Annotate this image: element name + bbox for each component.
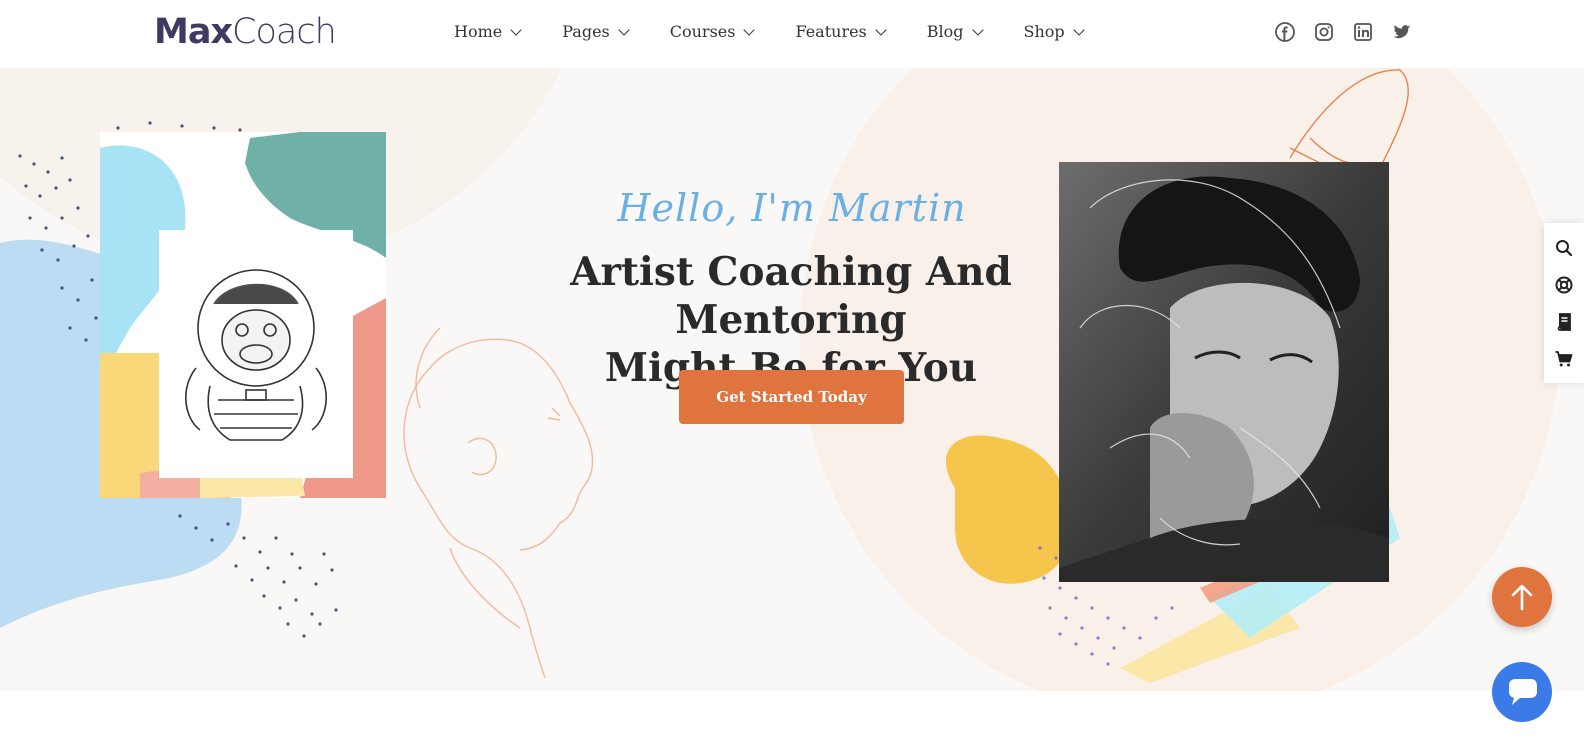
lifebuoy-icon[interactable] [1554, 275, 1574, 295]
logo-part-max: Max [154, 12, 233, 52]
nav-item-label: Courses [669, 22, 736, 41]
chevron-down-icon [618, 23, 630, 36]
nav-item-pages[interactable]: Pages [562, 22, 630, 41]
chevron-down-icon [510, 23, 522, 36]
cart-icon[interactable] [1554, 349, 1574, 369]
search-icon[interactable] [1554, 238, 1574, 258]
instagram-icon[interactable] [1314, 22, 1334, 42]
nav-item-label: Home [454, 22, 503, 41]
get-started-button[interactable]: Get Started Today [679, 370, 904, 424]
social-links [1275, 22, 1412, 42]
main-nav: Home Pages Courses Features Blog Shop [454, 22, 1125, 41]
nav-item-features[interactable]: Features [795, 22, 887, 41]
hero-section: Hello, I'm Martin Artist Coaching And Me… [0, 68, 1584, 691]
next-section [0, 691, 1584, 749]
nav-item-label: Blog [926, 22, 964, 41]
arrow-up-icon [1511, 584, 1533, 611]
book-icon[interactable] [1554, 312, 1574, 332]
nav-item-home[interactable]: Home [454, 22, 522, 41]
chevron-down-icon [743, 23, 756, 36]
side-toolbar [1544, 223, 1584, 383]
chat-icon [1509, 679, 1537, 705]
linkedin-icon[interactable] [1353, 22, 1373, 42]
chevron-down-icon [875, 23, 887, 36]
facebook-icon[interactable] [1275, 22, 1295, 42]
hero-title-line-1: Artist Coaching And Mentoring [570, 249, 1012, 343]
hero-greeting: Hello, I'm Martin [617, 186, 967, 230]
chevron-down-icon [971, 23, 984, 36]
site-header: MaxCoach Home Pages Courses Features Blo… [0, 0, 1584, 68]
nav-item-label: Pages [562, 22, 610, 41]
nav-item-blog[interactable]: Blog [926, 22, 984, 41]
nav-item-label: Shop [1023, 22, 1065, 41]
logo-part-coach: Coach [232, 12, 337, 52]
logo[interactable]: MaxCoach [154, 12, 337, 52]
chevron-down-icon [1072, 23, 1085, 36]
nav-item-label: Features [795, 22, 867, 41]
chat-button[interactable] [1492, 662, 1552, 722]
nav-item-shop[interactable]: Shop [1023, 22, 1085, 41]
scroll-to-top-button[interactable] [1492, 567, 1552, 627]
twitter-icon[interactable] [1392, 22, 1412, 42]
nav-item-courses[interactable]: Courses [669, 22, 756, 41]
